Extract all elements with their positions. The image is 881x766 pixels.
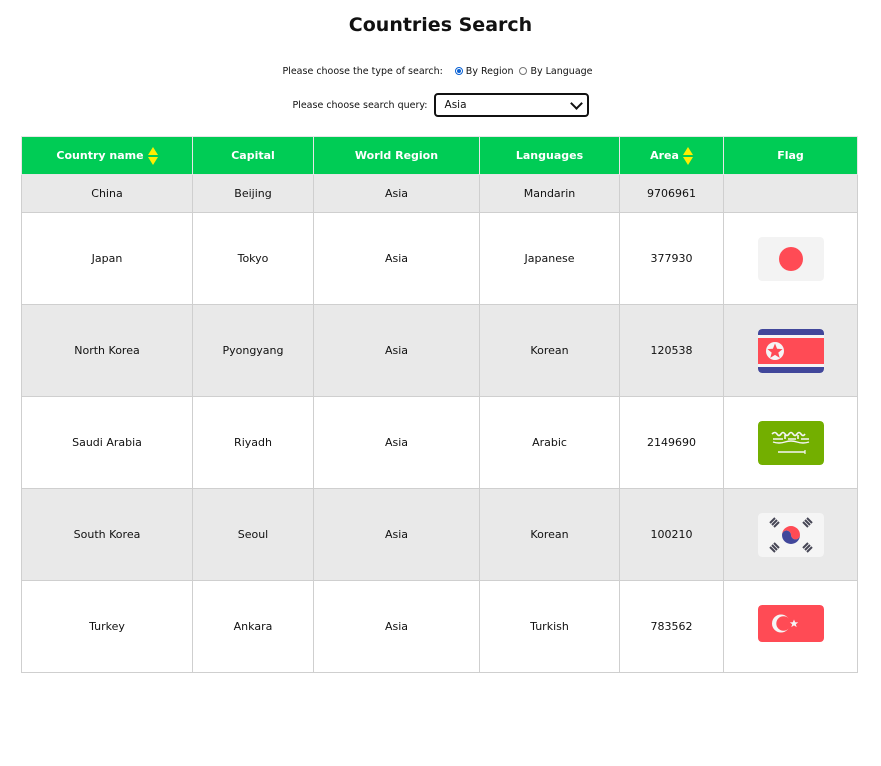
page-title: Countries Search bbox=[348, 14, 533, 36]
cell-region: Asia bbox=[313, 396, 480, 489]
header-flag: Flag bbox=[723, 136, 858, 175]
japan-flag-icon bbox=[757, 236, 824, 281]
cell-area: 2149690 bbox=[619, 396, 724, 489]
cell-language: Japanese bbox=[479, 212, 620, 305]
cell-region: Asia bbox=[313, 174, 480, 213]
cell-flag bbox=[723, 396, 858, 489]
header-languages: Languages bbox=[479, 136, 620, 175]
chevron-down-icon[interactable] bbox=[569, 96, 583, 110]
cell-country: South Korea bbox=[21, 488, 193, 581]
sort-arrows-icon[interactable] bbox=[147, 146, 158, 165]
table-header-row: Country name Capital World Region Langua… bbox=[21, 136, 858, 175]
search-query-select[interactable]: Asia bbox=[433, 93, 589, 117]
table-row: China Beijing Asia Mandarin 9706961 bbox=[21, 174, 858, 213]
table-row: South Korea Seoul Asia Korean 100210 bbox=[21, 488, 858, 581]
cell-flag bbox=[723, 174, 858, 213]
radio-by-region[interactable]: By Region bbox=[454, 66, 514, 77]
search-query-value[interactable]: Asia bbox=[445, 99, 467, 111]
countries-table: Country name Capital World Region Langua… bbox=[21, 136, 858, 673]
header-capital: Capital bbox=[192, 136, 314, 175]
cell-area: 9706961 bbox=[619, 174, 724, 213]
search-query-row: Please choose search query: Asia bbox=[0, 92, 881, 118]
cell-capital: Ankara bbox=[192, 580, 314, 673]
table-row: Saudi Arabia Riyadh Asia Arabic 2149690 bbox=[21, 396, 858, 489]
cell-region: Asia bbox=[313, 212, 480, 305]
cell-language: Korean bbox=[479, 488, 620, 581]
cell-area: 377930 bbox=[619, 212, 724, 305]
cell-flag bbox=[723, 488, 858, 581]
cell-flag bbox=[723, 304, 858, 397]
saudi-arabia-flag-icon bbox=[757, 420, 824, 465]
cell-area: 100210 bbox=[619, 488, 724, 581]
sort-arrows-icon[interactable] bbox=[682, 146, 693, 165]
cell-language: Arabic bbox=[479, 396, 620, 489]
cell-language: Korean bbox=[479, 304, 620, 397]
header-area-label[interactable]: Area bbox=[650, 149, 679, 162]
radio-by-language-dot[interactable] bbox=[519, 67, 528, 75]
table-row: Japan Tokyo Asia Japanese 377930 bbox=[21, 212, 858, 305]
cell-region: Asia bbox=[313, 488, 480, 581]
table-row: Turkey Ankara Asia Turkish 783562 bbox=[21, 580, 858, 673]
cell-capital: Pyongyang bbox=[192, 304, 314, 397]
header-country-name[interactable]: Country name bbox=[21, 136, 193, 175]
cell-country: China bbox=[21, 174, 193, 213]
cell-capital: Seoul bbox=[192, 488, 314, 581]
turkey-flag-icon bbox=[757, 604, 824, 649]
cell-area: 783562 bbox=[619, 580, 724, 673]
cell-country: North Korea bbox=[21, 304, 193, 397]
search-type-label: Please choose the type of search: bbox=[282, 65, 443, 77]
search-query-label: Please choose search query: bbox=[292, 99, 428, 111]
north-korea-flag-icon bbox=[757, 328, 824, 373]
cell-language: Turkish bbox=[479, 580, 620, 673]
cell-country: Saudi Arabia bbox=[21, 396, 193, 489]
search-type-row: Please choose the type of search: By Reg… bbox=[0, 63, 881, 79]
cell-capital: Riyadh bbox=[192, 396, 314, 489]
cell-region: Asia bbox=[313, 304, 480, 397]
south-korea-flag-icon bbox=[757, 512, 824, 557]
radio-by-region-label[interactable]: By Region bbox=[466, 66, 514, 77]
cell-flag bbox=[723, 580, 858, 673]
radio-by-language-label[interactable]: By Language bbox=[530, 66, 592, 77]
radio-by-language[interactable]: By Language bbox=[519, 66, 593, 77]
header-country-name-label[interactable]: Country name bbox=[56, 149, 143, 162]
header-world-region: World Region bbox=[313, 136, 480, 175]
cell-region: Asia bbox=[313, 580, 480, 673]
cell-capital: Beijing bbox=[192, 174, 314, 213]
cell-country: Japan bbox=[21, 212, 193, 305]
cell-area: 120538 bbox=[619, 304, 724, 397]
cell-capital: Tokyo bbox=[192, 212, 314, 305]
table-row: North Korea Pyongyang Asia Korean 120538 bbox=[21, 304, 858, 397]
cell-flag bbox=[723, 212, 858, 305]
radio-by-region-dot[interactable] bbox=[454, 67, 463, 75]
cell-country: Turkey bbox=[21, 580, 193, 673]
header-area[interactable]: Area bbox=[619, 136, 724, 175]
cell-language: Mandarin bbox=[479, 174, 620, 213]
